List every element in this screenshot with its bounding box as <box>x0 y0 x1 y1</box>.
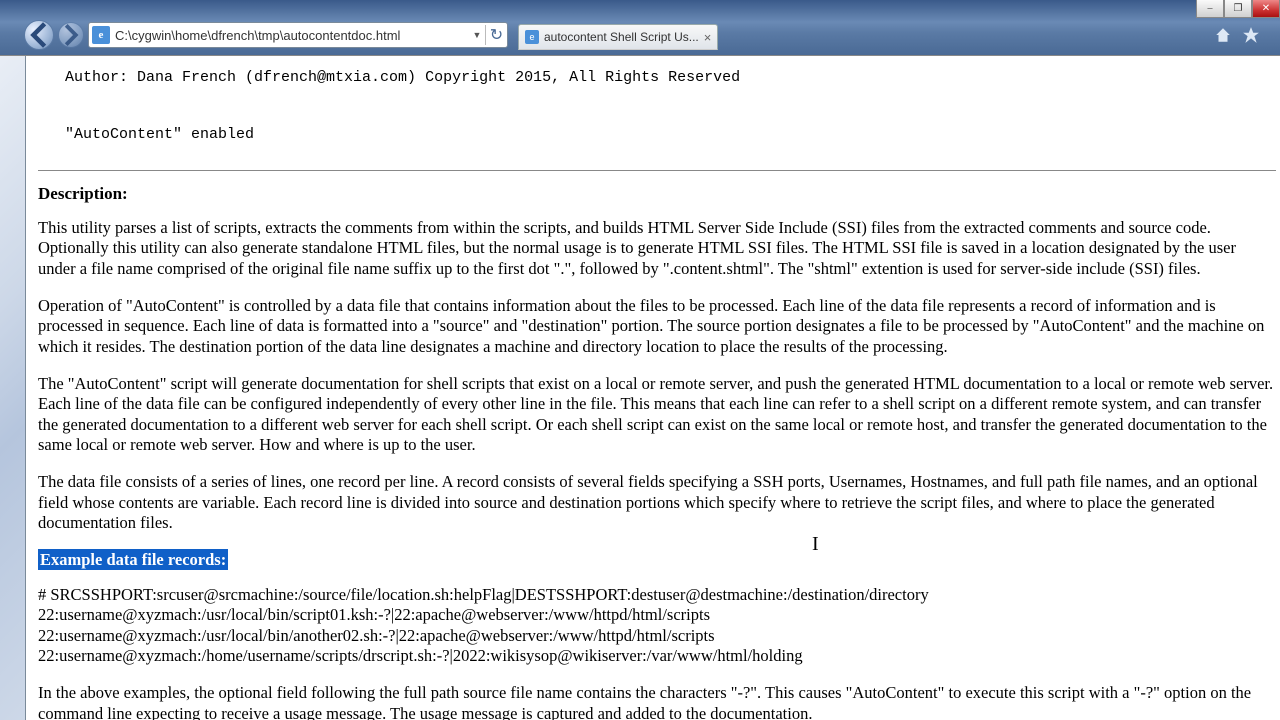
nav-row: e ▼ ↻ e autocontent Shell Script Us... × <box>24 18 1260 52</box>
browser-chrome: – ❐ ✕ e ▼ ↻ e autocontent Shell Script U… <box>0 0 1280 56</box>
description-p2: Operation of "AutoContent" is controlled… <box>38 296 1276 358</box>
tab-autocontent[interactable]: e autocontent Shell Script Us... × <box>518 24 718 50</box>
url-input[interactable] <box>113 27 469 44</box>
home-icon[interactable] <box>1214 26 1232 44</box>
header-block: Author: Dana French (dfrench@mtxia.com) … <box>38 64 1276 150</box>
divider <box>38 170 1276 171</box>
record-line: # SRCSSHPORT:srcuser@srcmachine:/source/… <box>38 585 1276 606</box>
description-p4: The data file consists of a series of li… <box>38 472 1276 534</box>
description-heading: Description: <box>38 183 1276 204</box>
author-line: Author: Dana French (dfrench@mtxia.com) … <box>38 69 740 86</box>
record-line: 22:username@xyzmach:/usr/local/bin/anoth… <box>38 626 1276 647</box>
close-button[interactable]: ✕ <box>1252 0 1280 18</box>
description-p5: In the above examples, the optional fiel… <box>38 683 1276 720</box>
description-p3: The "AutoContent" script will generate d… <box>38 374 1276 457</box>
url-dropdown-icon[interactable]: ▼ <box>469 30 485 40</box>
description-p1: This utility parses a list of scripts, e… <box>38 218 1276 280</box>
maximize-button[interactable]: ❐ <box>1224 0 1252 18</box>
enabled-line: "AutoContent" enabled <box>38 126 254 143</box>
back-button[interactable] <box>24 20 54 50</box>
tab-strip: e autocontent Shell Script Us... × <box>518 20 718 50</box>
tab-favicon: e <box>525 30 539 44</box>
toolbar-right <box>1214 26 1260 44</box>
record-line: 22:username@xyzmach:/usr/local/bin/scrip… <box>38 605 1276 626</box>
refresh-button[interactable]: ↻ <box>485 25 507 45</box>
address-bar[interactable]: e ▼ ↻ <box>88 22 508 48</box>
example-heading-wrap: Example data file records: <box>38 550 1276 571</box>
tab-title: autocontent Shell Script Us... <box>544 30 699 44</box>
forward-button[interactable] <box>58 22 84 48</box>
page-viewport[interactable]: Author: Dana French (dfrench@mtxia.com) … <box>0 56 1280 720</box>
tab-close-icon[interactable]: × <box>704 30 712 45</box>
minimize-button[interactable]: – <box>1196 0 1224 18</box>
favorites-icon[interactable] <box>1242 26 1260 44</box>
record-line: 22:username@xyzmach:/home/username/scrip… <box>38 646 1276 667</box>
window-controls: – ❐ ✕ <box>1196 0 1280 18</box>
example-heading: Example data file records: <box>38 549 228 570</box>
page-icon: e <box>92 26 110 44</box>
example-records: # SRCSSHPORT:srcuser@srcmachine:/source/… <box>38 585 1276 668</box>
